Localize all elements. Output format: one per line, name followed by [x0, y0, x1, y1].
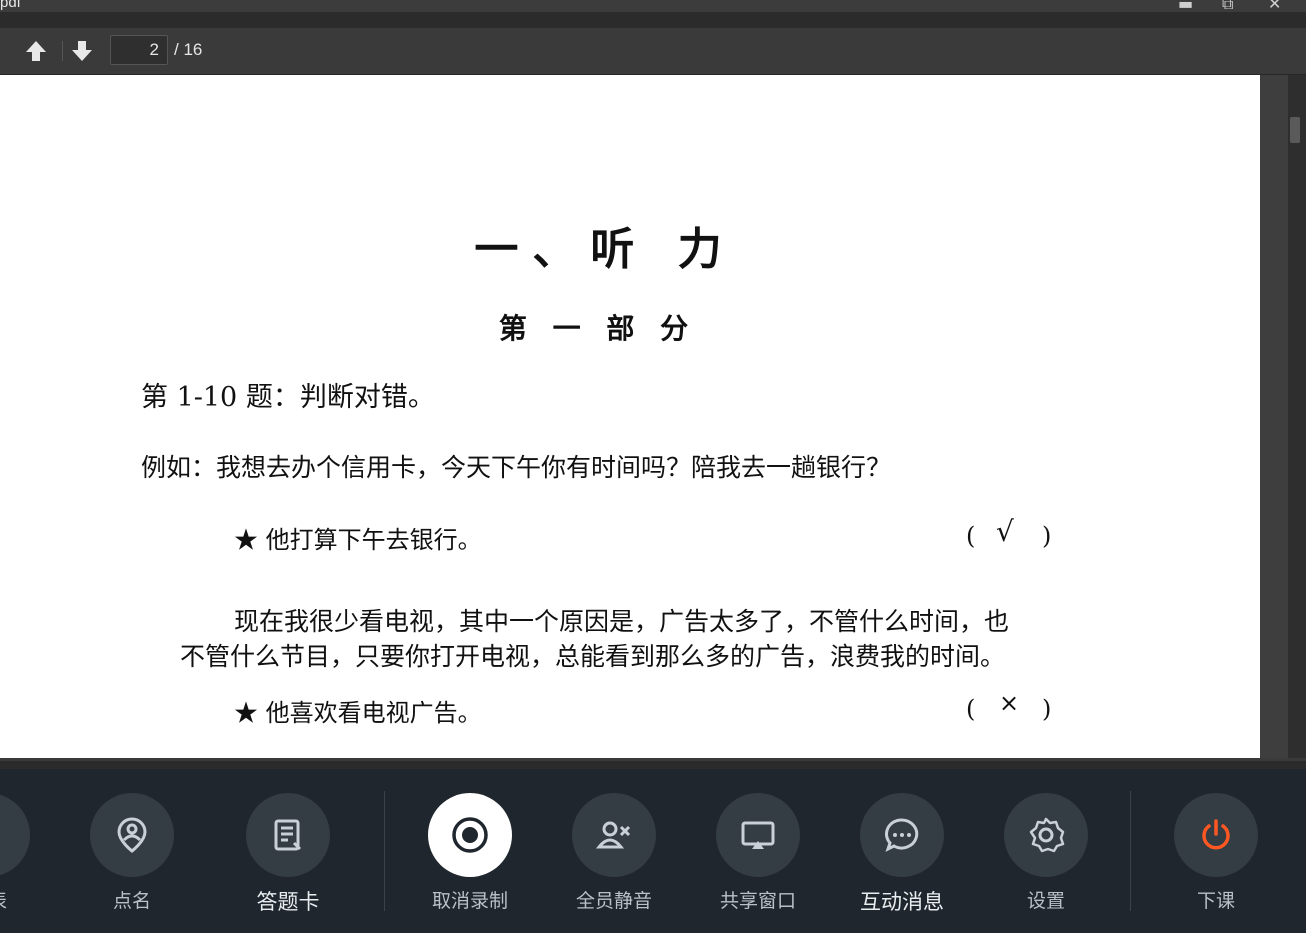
paren-close-1: ) [1042, 522, 1052, 550]
answer-card-icon [246, 793, 330, 877]
question-instruction: 第 1-10 题：判断对错。 [141, 382, 435, 413]
share-window-label: 共享窗口 [719, 890, 796, 912]
roll-call-label: 点名 [112, 890, 151, 912]
page-number-input[interactable]: 2 [110, 35, 168, 65]
pdf-page: 一、听 力 第 一 部 分 第 1-10 题：判断对错。 例如：我想去办个信用卡… [0, 75, 1260, 758]
passage-line-2: 不管什么节目，只要你打开电视，总能看到那么多的广告，浪费我的时间。 [180, 642, 1006, 671]
scrollbar-track[interactable] [1260, 75, 1288, 758]
cancel-recording-label: 取消录制 [431, 890, 508, 912]
page-heading: 一、听 力 [474, 224, 736, 275]
minimize-icon[interactable]: ▬ [1178, 0, 1193, 12]
restore-icon[interactable]: ⧉ [1222, 0, 1233, 12]
messages-label: 互动消息 [860, 890, 944, 914]
list-label: 列表 [0, 886, 58, 913]
previous-page-button[interactable] [22, 37, 50, 65]
toolbar-divider-right [1130, 791, 1131, 911]
next-page-button[interactable] [68, 37, 96, 65]
scrollbar-gutter [1288, 75, 1306, 758]
page-total: / 16 [174, 40, 203, 59]
answer-cross-mark: × [999, 689, 1020, 717]
record-icon [428, 793, 512, 877]
answer-check-mark: √ [996, 515, 1014, 548]
paren-open-1: ( [966, 522, 976, 550]
scrollbar-thumb[interactable] [1290, 117, 1300, 143]
toolbar-divider-left [384, 791, 385, 911]
power-icon [1174, 793, 1258, 877]
answer-card-label: 答题卡 [256, 890, 320, 914]
title-bar: pdf ▬ ⧉ ✕ [0, 0, 1306, 12]
passage-line-1: 现在我很少看电视，其中一个原因是，广告太多了，不管什么时间，也 [234, 607, 1010, 636]
list-icon [0, 793, 30, 877]
gear-icon [1004, 793, 1088, 877]
pdf-toolbar: 2 / 16 [0, 28, 1306, 75]
pdf-viewer[interactable]: 一、听 力 第 一 部 分 第 1-10 题：判断对错。 例如：我想去办个信用卡… [0, 75, 1306, 761]
toolbar-divider [62, 41, 63, 61]
paren-close-2: ) [1042, 695, 1052, 723]
window-title: pdf [0, 0, 21, 11]
location-person-icon [90, 793, 174, 877]
example-text: 例如：我想去办个信用卡，今天下午你有时间吗？陪我去一趟银行？ [141, 453, 892, 482]
arrow-up-icon [26, 41, 46, 61]
statement-2: ★ 他喜欢看电视广告。 [234, 699, 482, 727]
settings-label: 设置 [1026, 890, 1065, 912]
statement-1: ★ 他打算下午去银行。 [234, 526, 482, 554]
mute-all-label: 全员静音 [575, 890, 652, 912]
mute-all-icon [572, 793, 656, 877]
classroom-toolbar: 列表 点名 答题卡 [0, 769, 1306, 933]
chat-icon [860, 793, 944, 877]
paren-open-2: ( [966, 695, 976, 723]
close-icon[interactable]: ✕ [1268, 0, 1281, 12]
end-class-label: 下课 [1196, 890, 1235, 912]
page-subheading: 第 一 部 分 [498, 312, 697, 345]
arrow-down-icon [72, 41, 92, 61]
share-screen-icon [716, 793, 800, 877]
